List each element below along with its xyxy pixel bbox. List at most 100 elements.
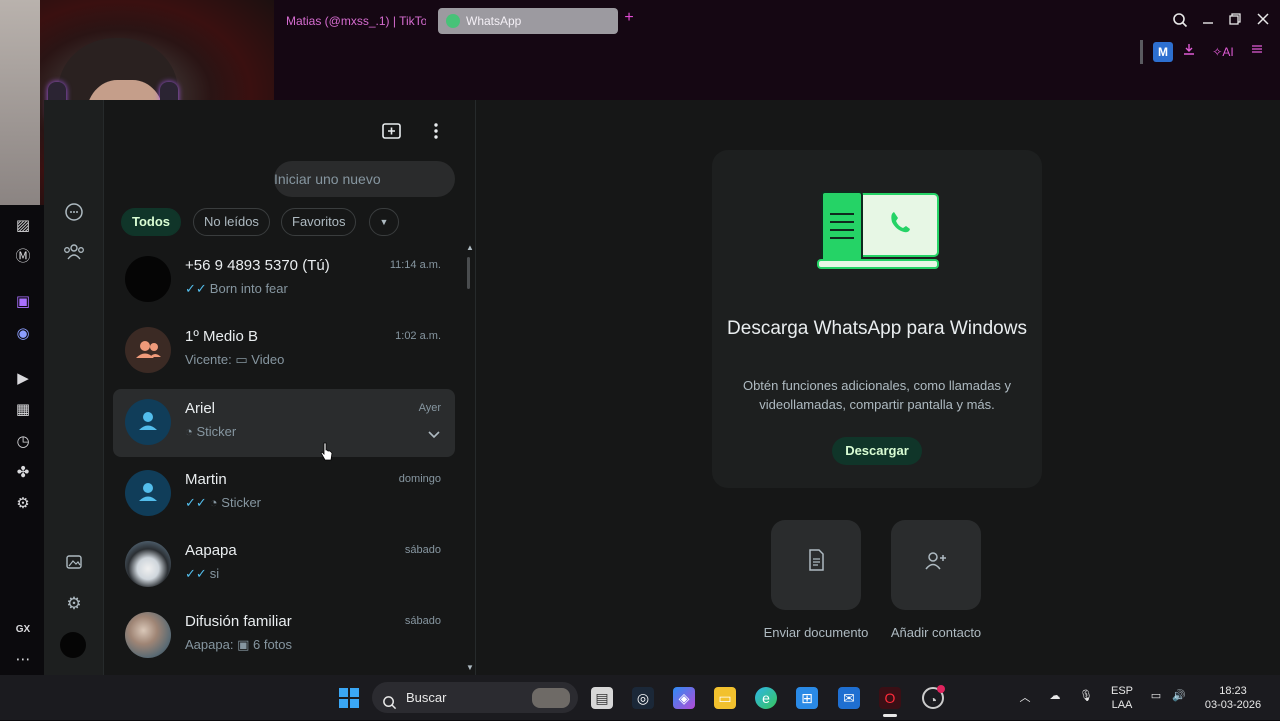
onedrive-icon[interactable]: ☁ (1046, 689, 1064, 702)
add-contact-button[interactable] (891, 520, 981, 610)
chat-name: Martin (185, 471, 227, 488)
workspaces-icon[interactable]: ▦ (14, 401, 32, 419)
clock[interactable]: 18:23 03-03-2026 (1198, 684, 1268, 712)
layout-label: LAA (1111, 699, 1133, 711)
task-view-icon[interactable]: ▤ (591, 687, 613, 709)
player-icon[interactable]: ▶ (14, 370, 32, 388)
communities-icon[interactable] (62, 202, 86, 226)
extensions-icon[interactable]: ✤ (14, 464, 32, 482)
twitch-icon[interactable]: ▣ (14, 293, 32, 311)
groups-icon[interactable] (62, 242, 86, 266)
messenger-icon[interactable]: Ⓜ (14, 248, 32, 266)
chat-name: 1º Medio B (185, 328, 259, 345)
document-icon (807, 549, 825, 576)
media-icon[interactable] (62, 552, 86, 576)
chat-message: Sticker (221, 495, 262, 510)
chevron-down-icon[interactable] (427, 427, 441, 439)
settings-gear-icon[interactable]: ⚙ (62, 592, 86, 616)
filter-chip-todos[interactable]: Todos (121, 208, 182, 236)
chat-time: 1:02 a.m. (395, 330, 441, 342)
volume-icon[interactable]: 🔊 (1170, 689, 1188, 702)
outlook-icon[interactable]: ✉ (838, 687, 860, 709)
speed-dial-icon[interactable]: ▨ (14, 217, 32, 235)
language-indicator[interactable]: ESP LAA (1106, 684, 1138, 712)
taskbar-search-label: Buscar (406, 690, 447, 705)
chat-message: si (209, 566, 220, 581)
send-document-button[interactable] (771, 520, 861, 610)
filter-more-chevron-icon[interactable]: ▼ (369, 208, 399, 236)
tab-whatsapp-label: WhatsApp (466, 14, 522, 28)
add-contact-label: Añadir contacto (890, 625, 982, 640)
edge-icon[interactable]: e (755, 687, 777, 709)
settings-icon[interactable]: ⚙ (14, 495, 32, 513)
webcam-wall (0, 0, 40, 205)
menu-kebab-icon[interactable] (428, 120, 444, 142)
chat-row-medio-b[interactable]: 1º Medio B 1:02 a.m. Vicente: ▭ Video (113, 317, 455, 385)
steam-icon[interactable]: ◎ (632, 687, 654, 709)
chat-message: Born into fear (209, 281, 288, 296)
file-explorer-icon[interactable]: ▭ (714, 687, 736, 709)
restore-icon[interactable] (1226, 12, 1244, 30)
video-icon: ▭ (235, 352, 248, 367)
scroll-down-icon[interactable]: ▼ (466, 663, 474, 672)
windows-start-icon[interactable] (338, 687, 360, 709)
penguin-avatar (125, 541, 171, 587)
double-check-icon: ✓✓ (185, 495, 207, 510)
language-label: ESP (1110, 685, 1133, 697)
chat-row-aapapa[interactable]: Aapapa sábado ✓✓ si (113, 531, 455, 599)
windows-taskbar: Buscar ▤ ◎ ◈ ▭ e ⊞ ✉ O ◔ ︿ ☁ 🎙 ESP LAA ▭… (0, 675, 1280, 720)
chat-scrollbar[interactable]: ▲ ▼ (465, 243, 474, 675)
family-avatar (125, 612, 171, 658)
scroll-up-icon[interactable]: ▲ (466, 243, 474, 252)
discord-icon[interactable]: ◉ (14, 325, 32, 343)
microphone-icon[interactable]: 🎙 (1077, 689, 1095, 702)
profile-avatar[interactable] (60, 632, 86, 658)
m365-icon[interactable]: ◈ (673, 687, 695, 709)
filter-chip-favoritos[interactable]: Favoritos (281, 208, 357, 236)
download-icon[interactable] (1180, 42, 1198, 62)
chat-time: 11:14 a.m. (389, 259, 441, 271)
tab-whatsapp[interactable]: WhatsApp (438, 8, 618, 34)
store-icon[interactable]: ⊞ (796, 687, 818, 709)
download-promo-card: Descarga WhatsApp para Windows Obtén fun… (712, 150, 1042, 488)
search-placeholder: Iniciar uno nuevo (274, 171, 381, 187)
scroll-thumb[interactable] (467, 257, 470, 289)
chat-time: Ayer (418, 402, 441, 414)
clock-date: 03-03-2026 (1204, 699, 1262, 711)
chat-row-ariel[interactable]: Ariel Ayer ◔ Sticker (113, 389, 455, 457)
search-icon[interactable] (1171, 12, 1189, 30)
chat-sender: Vicente: (185, 352, 232, 367)
sticker-icon: ◔ (185, 424, 193, 439)
filter-chip-no-leidos[interactable]: No leídos (193, 208, 270, 236)
new-tab-button[interactable]: + (622, 10, 636, 26)
double-check-icon: ✓✓ (185, 281, 207, 296)
avatar (125, 470, 171, 516)
chat-row-difusion[interactable]: Difusión familiar sábado Aapapa: ▣ 6 fot… (113, 602, 455, 670)
gx-icon[interactable]: GX (14, 621, 32, 639)
new-chat-icon[interactable] (381, 120, 403, 142)
double-check-icon: ✓✓ (185, 566, 207, 581)
promo-subtitle: Obtén funciones adicionales, como llamad… (742, 378, 1012, 412)
tray-chevron-icon[interactable]: ︿ (1017, 689, 1033, 705)
m-extension-button[interactable]: M (1153, 42, 1173, 62)
chat-row-self[interactable]: +56 9 4893 5370 (Tú) 11:14 a.m. ✓✓ Born i… (113, 246, 455, 314)
history-icon[interactable]: ◷ (14, 433, 32, 451)
taskbar-search[interactable]: Buscar (372, 682, 578, 713)
download-button[interactable]: Descargar (832, 437, 922, 465)
tab-tiktok[interactable]: Matias (@mxss_.1) | TikTok (276, 8, 426, 34)
active-app-indicator (883, 714, 897, 717)
search-input[interactable]: Iniciar uno nuevo (274, 161, 455, 197)
chat-time: sábado (404, 544, 441, 556)
easy-setup-icon[interactable] (1248, 42, 1266, 62)
close-icon[interactable] (1254, 12, 1272, 30)
network-icon[interactable]: ▭ (1147, 689, 1165, 702)
mouse-cursor-icon (320, 442, 334, 462)
chat-message: Video (251, 352, 285, 367)
opera-gx-icon[interactable]: O (879, 687, 901, 709)
whatsapp-favicon-icon (446, 14, 460, 28)
ai-button[interactable]: ✧AI (1208, 42, 1238, 62)
chat-message: 6 fotos (252, 637, 293, 652)
more-icon[interactable]: ⋯ (14, 651, 32, 669)
chat-row-martin[interactable]: Martin domingo ✓✓ ◔ Sticker (113, 460, 455, 528)
minimize-icon[interactable] (1199, 12, 1217, 30)
